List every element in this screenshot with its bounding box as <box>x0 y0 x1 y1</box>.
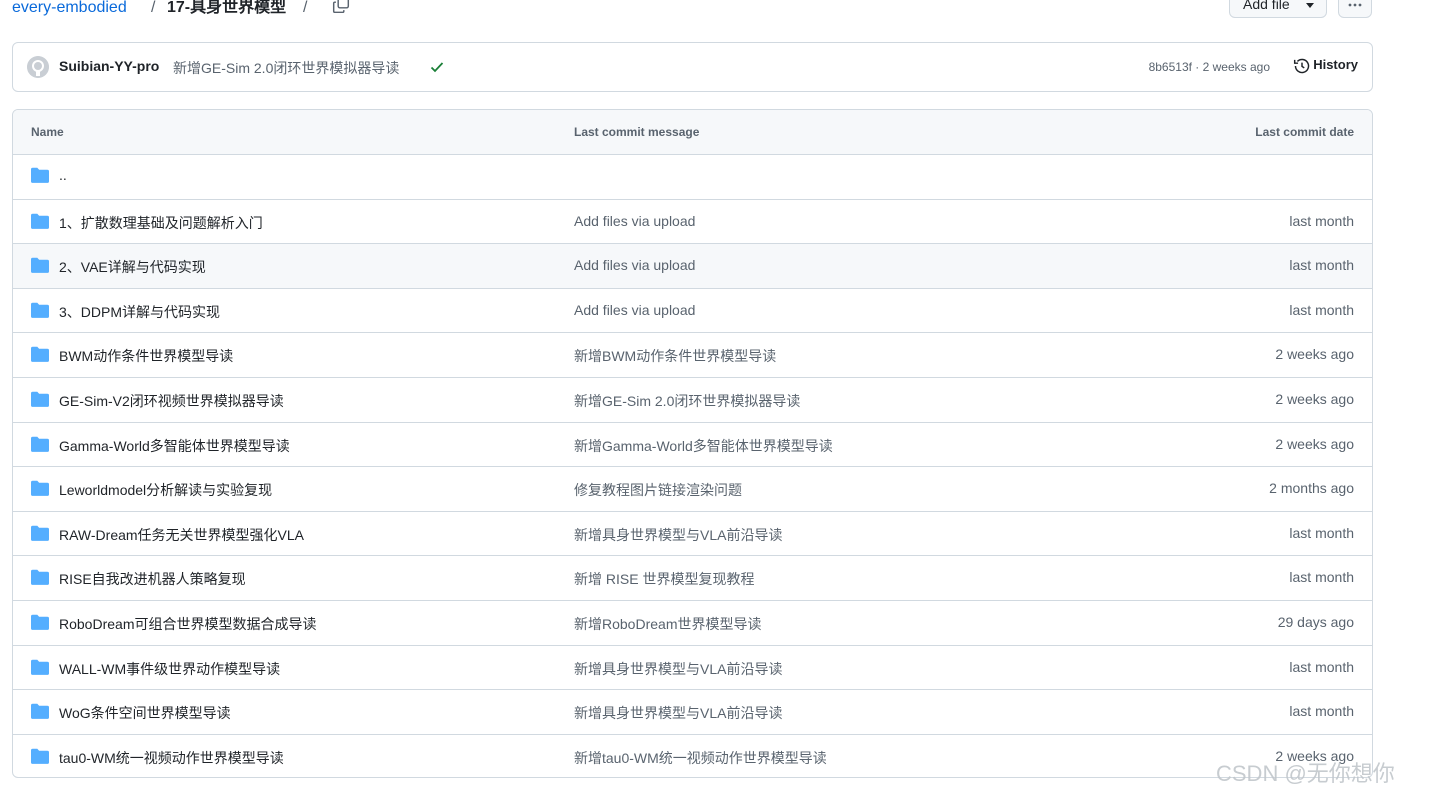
history-link[interactable]: History <box>1294 57 1358 74</box>
folder-icon <box>31 213 49 234</box>
breadcrumb-separator: / <box>151 0 156 16</box>
commit-message-link[interactable]: 新增GE-Sim 2.0闭环世界模拟器导读 <box>173 58 399 78</box>
table-row[interactable]: RISE自我改进机器人策略复现 新增 RISE 世界模型复现教程 last mont… <box>13 555 1372 600</box>
commit-date: last month <box>1289 301 1354 318</box>
column-header-name: Name <box>31 125 64 139</box>
commit-date: last month <box>1289 212 1354 229</box>
commit-date: last month <box>1289 524 1354 541</box>
more-options-button[interactable] <box>1338 0 1372 18</box>
file-name-link[interactable]: RISE自我改进机器人策略复现 <box>59 569 246 589</box>
file-name-link[interactable]: RoboDream可组合世界模型数据合成导读 <box>59 614 316 634</box>
github-mark-icon <box>27 56 49 78</box>
table-row[interactable]: Leworldmodel分析解读与实验复现 修复教程图片链接渲染问题 2 month… <box>13 466 1372 511</box>
commit-message-link[interactable]: 新增具身世界模型与VLA前沿导读 <box>574 525 782 545</box>
folder-icon <box>31 167 49 188</box>
commit-date: 2 weeks ago <box>1275 391 1354 407</box>
table-row[interactable]: tau0-WM统一视频动作世界模型导读 新增tau0-WM统一视频动作世界模型导读… <box>13 733 1372 777</box>
commit-message-link[interactable]: Add files via upload <box>574 257 695 273</box>
file-name-link[interactable]: RAW-Dream任务无关世界模型强化VLA <box>59 525 304 545</box>
folder-icon <box>31 436 49 457</box>
history-label: History <box>1313 57 1358 72</box>
commit-date: last month <box>1289 703 1354 720</box>
commit-date: last month <box>1289 658 1354 675</box>
folder-icon <box>31 703 49 724</box>
file-name-link[interactable]: 3、DDPM详解与代码实现 <box>59 302 220 322</box>
history-icon <box>1294 58 1310 74</box>
commit-message-link[interactable]: 新增RoboDream世界模型导读 <box>574 614 761 634</box>
file-name-link[interactable]: BWM动作条件世界模型导读 <box>59 346 233 366</box>
table-row[interactable]: WALL-WM事件级世界动作模型导读 新增具身世界模型与VLA前沿导读 last m… <box>13 644 1372 690</box>
file-name-link[interactable]: Leworldmodel分析解读与实验复现 <box>59 480 272 500</box>
latest-commit-bar: Suibian-YY-pro 新增GE-Sim 2.0闭环世界模拟器导读 8b6… <box>12 42 1373 92</box>
add-file-button[interactable]: Add file <box>1229 0 1327 18</box>
avatar[interactable] <box>27 56 49 78</box>
commit-date: last month <box>1289 569 1354 586</box>
breadcrumb-current-dir: 17-具身世界模型 <box>167 0 287 16</box>
commit-message-link[interactable]: 新增tau0-WM统一视频动作世界模型导读 <box>574 748 827 768</box>
file-name-link[interactable]: tau0-WM统一视频动作世界模型导读 <box>59 748 284 768</box>
commit-author-link[interactable]: Suibian-YY-pro <box>59 58 159 74</box>
check-icon[interactable] <box>429 59 445 80</box>
watermark: CSDN @无你想你 <box>1216 761 1395 786</box>
folder-icon <box>31 748 49 769</box>
folder-icon <box>31 302 49 323</box>
table-row[interactable]: 3、DDPM详解与代码实现 Add files via upload last mo… <box>13 287 1372 333</box>
copy-path-icon[interactable] <box>332 0 354 18</box>
parent-directory-row[interactable]: .. <box>13 154 1372 199</box>
folder-icon <box>31 257 49 278</box>
file-table: Name Last commit message Last commit dat… <box>12 109 1373 778</box>
file-name-link[interactable]: 2、VAE详解与代码实现 <box>59 257 206 277</box>
commit-sha-time[interactable]: 8b6513f · 2 weeks ago <box>1149 60 1270 74</box>
commit-date: 2 weeks ago <box>1275 346 1354 363</box>
folder-icon <box>31 659 49 680</box>
commit-date: last month <box>1289 257 1354 274</box>
file-name-link[interactable]: .. <box>59 167 67 183</box>
table-header: Name Last commit message Last commit dat… <box>13 110 1372 155</box>
column-header-message: Last commit message <box>574 125 700 139</box>
folder-icon <box>31 525 49 546</box>
table-row[interactable]: BWM动作条件世界模型导读 新增BWM动作条件世界模型导读 2 weeks ago <box>13 332 1372 377</box>
folder-icon <box>31 569 49 590</box>
file-name-link[interactable]: 1、扩散数理基础及问题解析入门 <box>59 213 263 233</box>
commit-message-link[interactable]: Add files via upload <box>574 213 695 229</box>
table-row[interactable]: 2、VAE详解与代码实现 Add files via upload last mon… <box>13 243 1372 288</box>
commit-message-link[interactable]: 新增 RISE 世界模型复现教程 <box>574 569 754 589</box>
table-row[interactable]: Gamma-World多智能体世界模型导读 新增Gamma-World多智能体世界… <box>13 421 1372 467</box>
folder-icon <box>31 614 49 635</box>
table-row[interactable]: RAW-Dream任务无关世界模型强化VLA 新增具身世界模型与VLA前沿导读 la… <box>13 510 1372 556</box>
commit-date: 29 days ago <box>1277 614 1354 630</box>
commit-message-link[interactable]: 新增具身世界模型与VLA前沿导读 <box>574 659 782 679</box>
table-row[interactable]: RoboDream可组合世界模型数据合成导读 新增RoboDream世界模型导读 2… <box>13 600 1372 645</box>
table-row[interactable]: WoG条件空间世界模型导读 新增具身世界模型与VLA前沿导读 last month <box>13 689 1372 734</box>
file-name-link[interactable]: WoG条件空间世界模型导读 <box>59 703 231 723</box>
commit-date: 2 weeks ago <box>1275 435 1354 452</box>
kebab-horizontal-icon <box>1348 3 1362 7</box>
breadcrumb-separator: / <box>303 0 308 16</box>
folder-icon <box>31 480 49 501</box>
commit-message-link[interactable]: 新增GE-Sim 2.0闭环世界模拟器导读 <box>574 391 800 411</box>
folder-icon <box>31 391 49 412</box>
table-row[interactable]: GE-Sim-V2闭环视频世界模拟器导读 新增GE-Sim 2.0闭环世界模拟器导… <box>13 377 1372 422</box>
file-name-link[interactable]: GE-Sim-V2闭环视频世界模拟器导读 <box>59 391 284 411</box>
commit-message-link[interactable]: 新增具身世界模型与VLA前沿导读 <box>574 703 782 723</box>
folder-icon <box>31 346 49 367</box>
chevron-down-icon <box>1306 3 1314 8</box>
commit-message-link[interactable]: Add files via upload <box>574 302 695 318</box>
commit-message-link[interactable]: 新增BWM动作条件世界模型导读 <box>574 346 776 366</box>
file-name-link[interactable]: Gamma-World多智能体世界模型导读 <box>59 436 290 456</box>
breadcrumb-bar: every-embodied / 17-具身世界模型 / Add file <box>0 0 1431 24</box>
add-file-label: Add file <box>1243 0 1290 12</box>
file-name-link[interactable]: WALL-WM事件级世界动作模型导读 <box>59 659 280 679</box>
commit-message-link[interactable]: 修复教程图片链接渲染问题 <box>574 480 742 500</box>
table-row[interactable]: 1、扩散数理基础及问题解析入门 Add files via upload last … <box>13 198 1372 244</box>
column-header-date: Last commit date <box>1255 125 1354 139</box>
breadcrumb-repo-link[interactable]: every-embodied <box>12 0 127 18</box>
commit-message-link[interactable]: 新增Gamma-World多智能体世界模型导读 <box>574 436 833 456</box>
commit-date: 2 months ago <box>1269 480 1354 497</box>
